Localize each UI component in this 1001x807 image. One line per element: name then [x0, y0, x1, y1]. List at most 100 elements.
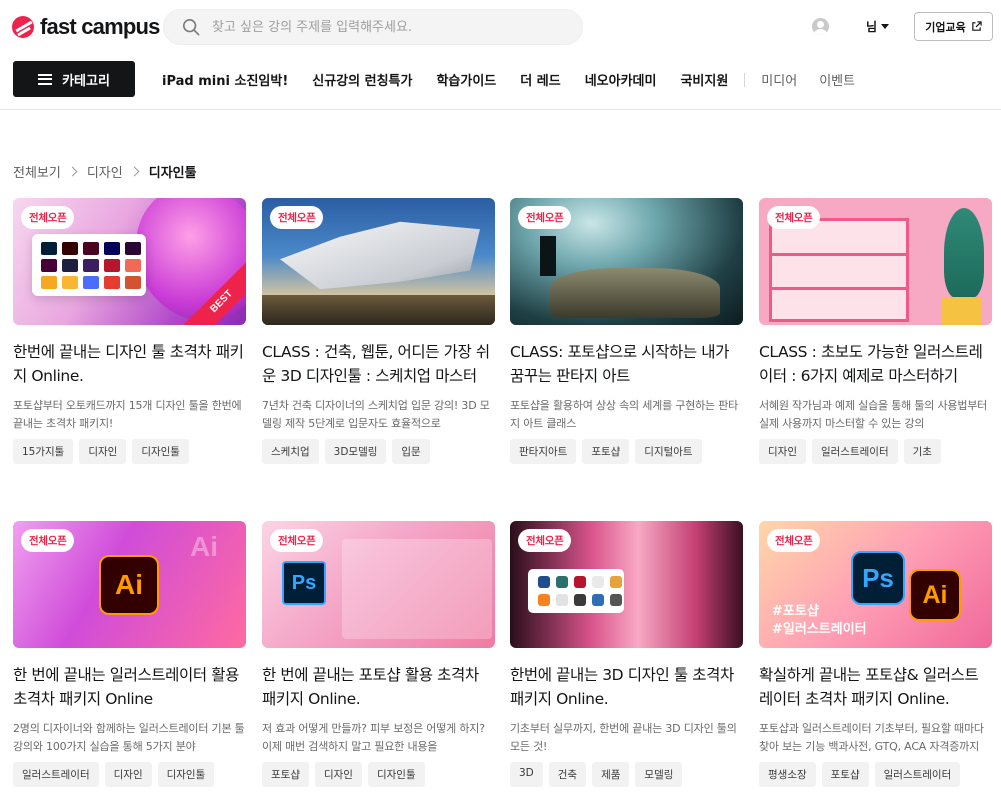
tag-list: 일러스트레이터 디자인 디자인툴 — [13, 762, 246, 787]
course-card[interactable]: 전체오픈 CLASS : 건축, 웹툰, 어디든 가장 쉬운 3D 디자인툴 :… — [262, 198, 495, 464]
tag[interactable]: 입문 — [392, 439, 430, 464]
open-badge: 전체오픈 — [270, 529, 324, 552]
tag-list: 평생소장 포토샵 일러스트레이터 — [759, 762, 992, 787]
tag[interactable]: 디자인툴 — [132, 439, 189, 464]
user-menu[interactable]: 님 — [866, 18, 890, 35]
plant-art — [944, 208, 984, 298]
book-art — [550, 268, 720, 318]
course-card[interactable]: 전체오픈 한번에 끝내는 3D 디자인 툴 초격차 패키지 Online. 기초… — [510, 521, 743, 787]
tag[interactable]: 디자인 — [314, 762, 362, 787]
tag-list: 15가지툴 디자인 디자인툴 — [13, 439, 246, 464]
course-description: 서혜원 작가님과 예제 실습을 통해 툴의 사용법부터 실제 사용까지 마스터할… — [759, 399, 988, 430]
breadcrumb-item[interactable]: 전체보기 — [13, 162, 61, 181]
tag[interactable]: 일러스트레이터 — [13, 762, 99, 787]
tag[interactable]: 일러스트레이터 — [811, 439, 898, 464]
course-description: 포토샵부터 오토캐드까지 15개 디자인 툴을 한번에 끝내는 초격차 패키지! — [13, 399, 242, 430]
logo-mark-icon — [12, 16, 34, 38]
course-card[interactable]: Ai Ai 전체오픈 한 번에 끝내는 일러스트레이터 활용 초격차 패키지 O… — [13, 521, 246, 787]
search-input[interactable] — [212, 19, 572, 35]
cake-shelf-art — [769, 218, 909, 322]
photoshop-icon: Ps — [851, 551, 905, 605]
tag[interactable]: 평생소장 — [759, 762, 816, 787]
nav-item-launch[interactable]: 신규강의 런칭특가 — [312, 70, 412, 89]
building-art — [280, 221, 480, 290]
tag[interactable]: 모델링 — [635, 762, 683, 787]
course-thumbnail[interactable]: 전체오픈 — [510, 198, 743, 325]
course-thumbnail[interactable]: Ps 전체오픈 — [262, 521, 495, 648]
tag[interactable]: 포토샵 — [582, 439, 630, 464]
course-description: 7년차 건축 디자이너의 스케치업 입문 강의! 3D 모델링 제작 5단계로 … — [262, 399, 490, 430]
nav-item-guide[interactable]: 학습가이드 — [436, 70, 496, 89]
tag[interactable]: 포토샵 — [821, 762, 869, 787]
category-label: 카테고리 — [62, 73, 110, 89]
main-nav: iPad mini 소진임박! 신규강의 런칭특가 학습가이드 더 레드 네오아… — [162, 70, 877, 89]
logo-text: fast campus — [40, 14, 160, 39]
nav-item-event[interactable]: 이벤트 — [819, 70, 855, 89]
tag[interactable]: 포토샵 — [262, 762, 309, 787]
course-thumbnail[interactable]: 전체오픈 BEST — [13, 198, 246, 325]
course-title[interactable]: 확실하게 끝내는 포토샵& 일러스트레이터 초격차 패키지 Online. — [759, 663, 992, 711]
photoshop-icon: Ps — [282, 561, 326, 605]
course-title[interactable]: 한 번에 끝내는 포토샵 활용 초격차 패키지 Online. — [262, 663, 495, 711]
course-thumbnail[interactable]: 전체오픈 — [262, 198, 495, 325]
nav-item-media[interactable]: 미디어 — [761, 70, 797, 89]
ground-art — [262, 295, 495, 325]
open-badge: 전체오픈 — [767, 206, 821, 229]
search-bar[interactable] — [163, 9, 583, 45]
breadcrumb: 전체보기 디자인 디자인툴 — [13, 162, 197, 181]
category-button[interactable]: 카테고리 — [13, 61, 135, 97]
nav-item-neo[interactable]: 네오아카데미 — [585, 70, 657, 89]
tag[interactable]: 디자인 — [759, 439, 806, 464]
course-thumbnail[interactable]: 전체오픈 — [510, 521, 743, 648]
tag[interactable]: 스케치업 — [262, 439, 319, 464]
course-title[interactable]: 한 번에 끝내는 일러스트레이터 활용 초격차 패키지 Online — [13, 663, 246, 711]
tag[interactable]: 건축 — [548, 762, 587, 787]
nav-item-red[interactable]: 더 레드 — [520, 70, 560, 89]
tag[interactable]: 3D모델링 — [324, 439, 387, 464]
tag[interactable]: 기초 — [903, 439, 941, 464]
course-title[interactable]: CLASS : 건축, 웹툰, 어디든 가장 쉬운 3D 디자인툴 : 스케치업… — [262, 340, 495, 388]
logo[interactable]: fast campus — [12, 14, 160, 40]
breadcrumb-item[interactable]: 디자인 — [87, 162, 123, 181]
tag[interactable]: 디지털아트 — [635, 439, 702, 464]
open-badge: 전체오픈 — [518, 529, 572, 552]
avatar[interactable] — [812, 18, 829, 35]
course-title[interactable]: CLASS : 초보도 가능한 일러스트레이터 : 6가지 예제로 마스터하기 — [759, 340, 992, 388]
tag[interactable]: 일러스트레이터 — [874, 762, 961, 787]
hamburger-icon — [38, 73, 53, 85]
illustrator-icon: Ai — [909, 569, 961, 621]
tag-list: 스케치업 3D모델링 입문 — [262, 439, 495, 464]
course-title[interactable]: 한번에 끝내는 디자인 툴 초격차 패키지 Online. — [13, 340, 246, 388]
course-card[interactable]: 전체오픈 CLASS: 포토샵으로 시작하는 내가 꿈꾸는 판타지 아트 포토샵… — [510, 198, 743, 464]
nav-item-ipad[interactable]: iPad mini 소진임박! — [162, 70, 288, 89]
tag[interactable]: 15가지툴 — [13, 439, 74, 464]
tag[interactable]: 판타지아트 — [510, 439, 577, 464]
open-badge: 전체오픈 — [21, 529, 75, 552]
biz-education-button[interactable]: 기업교육 — [914, 12, 993, 41]
tag-list: 판타지아트 포토샵 디지털아트 — [510, 439, 743, 464]
tag[interactable]: 디자인툴 — [157, 762, 215, 787]
course-title[interactable]: CLASS: 포토샵으로 시작하는 내가 꿈꾸는 판타지 아트 — [510, 340, 743, 388]
photoshop-window-art — [342, 539, 492, 639]
course-card[interactable]: 전체오픈 CLASS : 초보도 가능한 일러스트레이터 : 6가지 예제로 마… — [759, 198, 992, 464]
course-card[interactable]: 전체오픈 BEST 한번에 끝내는 디자인 툴 초격차 패키지 Online. … — [13, 198, 246, 464]
tag[interactable]: 디자인 — [104, 762, 152, 787]
tag[interactable]: 디자인 — [79, 439, 127, 464]
tag[interactable]: 제품 — [592, 762, 630, 787]
tag[interactable]: 3D — [510, 762, 543, 787]
stool-art — [942, 297, 982, 325]
open-badge: 전체오픈 — [21, 206, 75, 229]
tag[interactable]: 디자인툴 — [367, 762, 425, 787]
ghost-ai-text: Ai — [190, 531, 218, 562]
course-thumbnail[interactable]: Ps Ai #포토샵 #일러스트레이터 전체오픈 — [759, 521, 992, 648]
app-icons-panel — [32, 234, 146, 296]
course-thumbnail[interactable]: Ai Ai 전체오픈 — [13, 521, 246, 648]
nav-item-gov[interactable]: 국비지원 — [680, 70, 728, 89]
tag-list: 디자인 일러스트레이터 기초 — [759, 439, 992, 464]
course-card[interactable]: Ps 전체오픈 한 번에 끝내는 포토샵 활용 초격차 패키지 Online. … — [262, 521, 495, 787]
course-card[interactable]: Ps Ai #포토샵 #일러스트레이터 전체오픈 확실하게 끝내는 포토샵& 일… — [759, 521, 992, 787]
course-title[interactable]: 한번에 끝내는 3D 디자인 툴 초격차 패키지 Online. — [510, 663, 743, 711]
course-thumbnail[interactable]: 전체오픈 — [759, 198, 992, 325]
3d-tools-icons-panel — [528, 569, 624, 613]
course-description: 포토샵과 일러스트레이터 기초부터, 필요할 때마다 찾아 보는 기능 백과사전… — [759, 722, 984, 753]
